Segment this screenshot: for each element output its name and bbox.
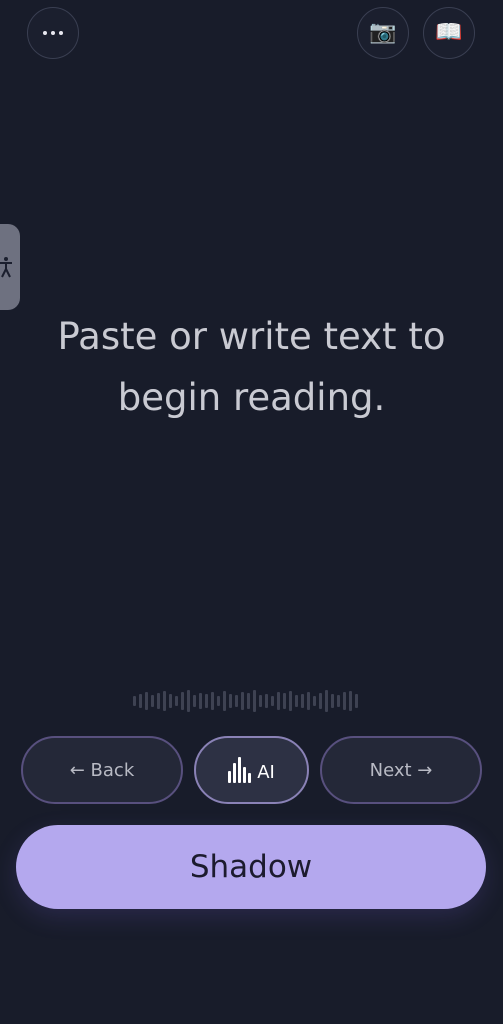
waveform-bar	[265, 694, 268, 708]
waveform-bar	[325, 690, 328, 712]
waveform-bar	[241, 692, 244, 710]
back-label: ← Back	[69, 759, 135, 781]
ai-button[interactable]: AI	[194, 736, 309, 804]
book-button[interactable]: 📖	[423, 7, 475, 59]
waveform-bar	[163, 691, 166, 711]
waveform-bar	[235, 695, 238, 707]
waveform-bar	[145, 692, 148, 710]
audio-waveform	[133, 690, 369, 712]
waveform-bar	[253, 690, 256, 712]
more-options-button[interactable]	[27, 7, 79, 59]
prompt-line-2: begin reading.	[117, 376, 386, 419]
waveform-bar	[217, 696, 220, 706]
waveform-bar	[133, 696, 136, 706]
waveform-bar	[175, 696, 178, 706]
waveform-bar	[337, 695, 340, 707]
next-button[interactable]: Next →	[320, 736, 482, 804]
waveform-bar	[319, 693, 322, 709]
accessibility-icon	[0, 257, 12, 278]
back-button[interactable]: ← Back	[21, 736, 183, 804]
more-horizontal-icon	[43, 31, 63, 35]
waveform-bar	[223, 691, 226, 711]
waveform-bar	[169, 694, 172, 708]
waveform-bar	[199, 693, 202, 709]
waveform-bar	[283, 693, 286, 709]
waveform-bar	[187, 690, 190, 712]
accessibility-tab[interactable]	[0, 224, 20, 310]
equalizer-icon	[228, 757, 252, 783]
prompt-line-1: Paste or write text to	[57, 315, 446, 358]
waveform-bar	[139, 694, 142, 708]
waveform-bar	[277, 692, 280, 710]
next-label: Next →	[369, 759, 433, 781]
camera-icon: 📷	[369, 20, 397, 45]
waveform-bar	[295, 695, 298, 707]
shadow-label: Shadow	[189, 849, 313, 885]
waveform-bar	[181, 692, 184, 710]
waveform-bar	[349, 691, 352, 711]
waveform-bar	[289, 691, 292, 711]
book-icon: 📖	[435, 20, 463, 45]
waveform-bar	[259, 695, 262, 707]
waveform-bar	[331, 694, 334, 708]
waveform-bar	[343, 692, 346, 710]
waveform-bar	[193, 695, 196, 707]
empty-state-prompt: Paste or write text to begin reading.	[20, 306, 483, 428]
waveform-bar	[307, 692, 310, 710]
waveform-bar	[211, 692, 214, 710]
waveform-bar	[355, 694, 358, 708]
camera-button[interactable]: 📷	[357, 7, 409, 59]
ai-label: AI	[257, 762, 275, 783]
waveform-bar	[247, 693, 250, 709]
waveform-bar	[205, 694, 208, 708]
waveform-bar	[229, 694, 232, 708]
waveform-bar	[157, 693, 160, 709]
app-screen: 📷 📖 Paste or write text to begin reading…	[0, 0, 503, 1024]
waveform-bar	[313, 696, 316, 706]
waveform-bar	[271, 696, 274, 706]
waveform-bar	[151, 695, 154, 707]
shadow-button[interactable]: Shadow	[16, 825, 486, 909]
waveform-bar	[301, 694, 304, 708]
